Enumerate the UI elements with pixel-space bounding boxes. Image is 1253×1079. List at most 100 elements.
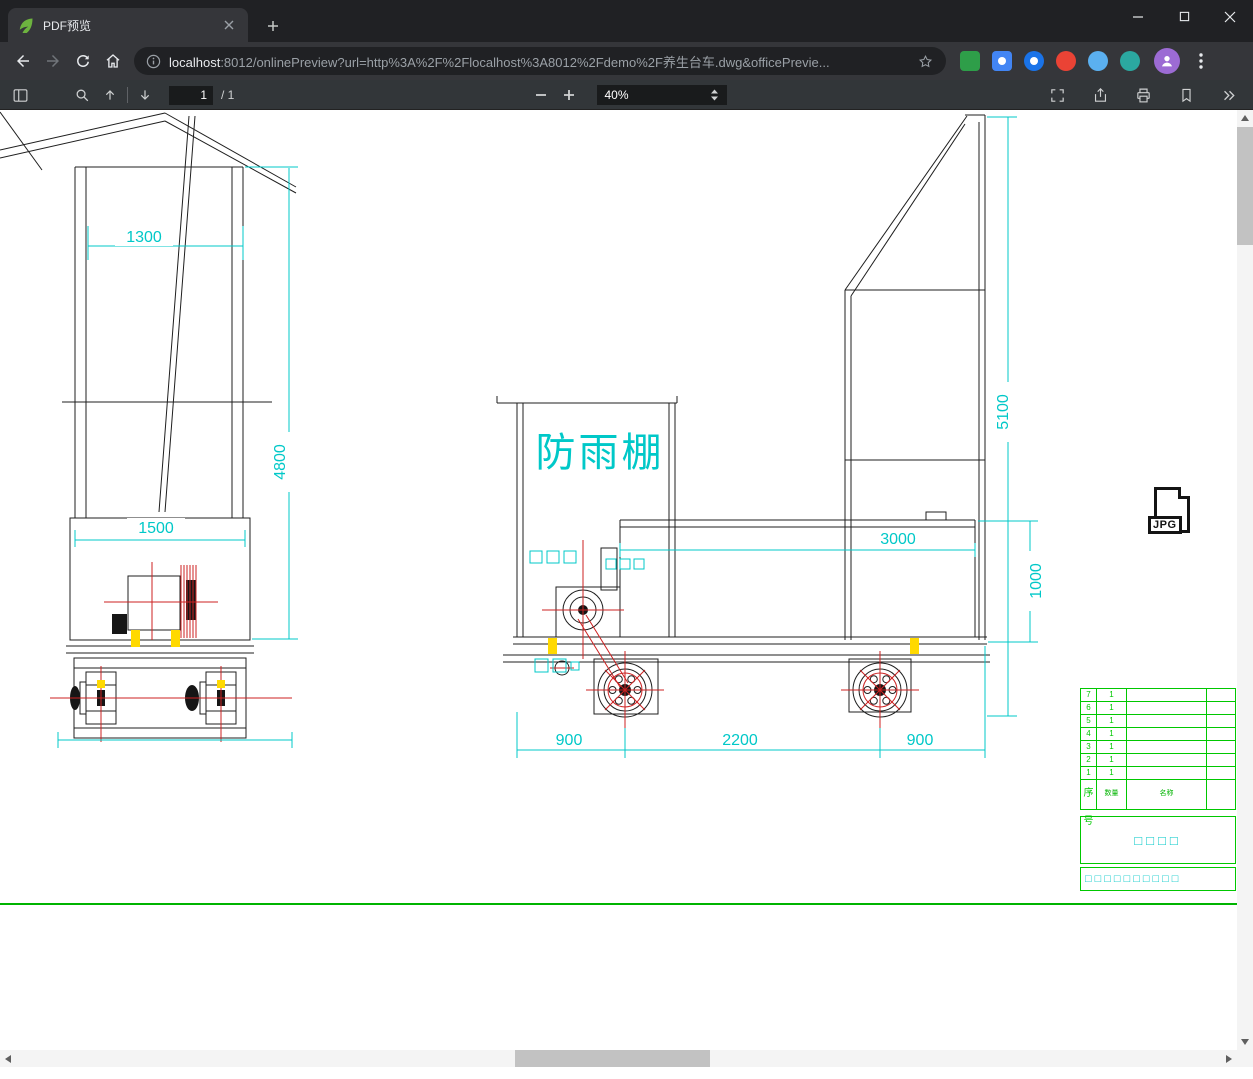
row-name (1127, 741, 1207, 753)
minus-icon (535, 94, 546, 96)
row-name (1127, 702, 1207, 714)
rain-shelter-label: 防雨棚 (536, 431, 665, 475)
label-backplates (115, 228, 1045, 747)
row-no: 4 (1081, 728, 1097, 740)
extension-icon-3[interactable] (1024, 51, 1044, 71)
minimize-button[interactable] (1115, 0, 1161, 33)
window-controls (1115, 0, 1253, 33)
person-icon (1162, 56, 1172, 67)
sidebar-icon (13, 88, 27, 102)
header-note (1207, 780, 1235, 809)
sidebar-toggle-button[interactable] (6, 82, 34, 108)
plus-icon (563, 90, 574, 100)
cad-drawing: 1300 4800 1500 5100 3000 1000 900 2200 9… (0, 111, 1045, 758)
scroll-down-button[interactable] (1237, 1034, 1253, 1050)
browser-menu-button[interactable] (1188, 48, 1214, 74)
info-icon (146, 54, 161, 68)
previous-page-button[interactable] (96, 82, 124, 108)
scroll-right-button[interactable] (1221, 1050, 1237, 1067)
row-no: 7 (1081, 689, 1097, 701)
home-button[interactable] (98, 46, 128, 76)
row-note (1207, 741, 1235, 753)
page-count-label: / 1 (221, 88, 235, 102)
dim-side-height: 5100 (995, 394, 1012, 430)
yellow-markers (97, 630, 919, 688)
page-number-input[interactable] (169, 85, 213, 105)
triangle-up-icon (1241, 115, 1249, 121)
table-row: 71 (1081, 689, 1235, 702)
more-tools-button[interactable] (1215, 82, 1243, 108)
page-fold-corner (1178, 487, 1190, 499)
close-x-glyph (224, 20, 234, 30)
print-button[interactable] (1129, 82, 1157, 108)
forward-button[interactable] (38, 46, 68, 76)
scroll-left-button[interactable] (0, 1050, 16, 1067)
row-name (1127, 767, 1207, 779)
search-button[interactable] (68, 82, 96, 108)
reload-button[interactable] (68, 46, 98, 76)
leaf-favicon (19, 18, 33, 33)
url-path: :8012/onlinePreview?url=http%3A%2F%2Floc… (220, 54, 830, 70)
address-bar[interactable]: localhost:8012/onlinePreview?url=http%3A… (134, 47, 946, 75)
horizontal-scrollbar[interactable] (0, 1050, 1237, 1067)
kebab-menu-icon (1199, 53, 1203, 69)
scroll-up-button[interactable] (1237, 110, 1253, 126)
table-row: 41 (1081, 728, 1235, 741)
dim-side-body-height: 1000 (1028, 563, 1045, 599)
vertical-scroll-thumb[interactable] (1237, 127, 1253, 245)
pdf-toolbar-left: / 1 (0, 82, 234, 108)
maximize-button[interactable] (1161, 0, 1207, 33)
next-page-button[interactable] (131, 82, 159, 108)
fit-screen-button[interactable] (1043, 82, 1071, 108)
row-qty: 1 (1097, 715, 1127, 727)
site-info-icon[interactable] (146, 54, 161, 69)
row-qty: 1 (1097, 741, 1127, 753)
extension-icon-1[interactable] (960, 51, 980, 71)
sheet-border-line (0, 903, 1237, 905)
pdf-toolbar-right (1043, 82, 1253, 108)
tab-close-icon[interactable] (220, 16, 238, 34)
zoom-out-button[interactable] (527, 82, 555, 108)
open-external-button[interactable] (1086, 82, 1114, 108)
row-qty: 1 (1097, 702, 1127, 714)
search-icon (76, 89, 88, 101)
browser-titlebar: PDF预览 (0, 0, 1253, 42)
extension-icon-6[interactable] (1120, 51, 1140, 71)
row-qty: 1 (1097, 689, 1127, 701)
browser-tab[interactable]: PDF预览 (8, 8, 248, 42)
zoom-in-button[interactable] (555, 82, 583, 108)
fullscreen-icon (1050, 88, 1064, 102)
extension-icon-2[interactable] (992, 51, 1012, 71)
centerlines-red (50, 540, 919, 742)
row-name (1127, 715, 1207, 727)
title-block: 71 61 51 41 31 21 11 序号 数量 名称 □□□□ □□□□□□□… (1080, 688, 1236, 891)
dim-front-lower-width: 1500 (138, 520, 174, 537)
maximize-icon (1179, 11, 1189, 22)
share-up-icon (1094, 87, 1106, 102)
dim-axle-right: 900 (907, 732, 934, 749)
profile-avatar[interactable] (1154, 48, 1180, 74)
row-note (1207, 689, 1235, 701)
zoom-select[interactable]: 40% (596, 85, 727, 105)
extension-icon-5[interactable] (1088, 51, 1108, 71)
vertical-scrollbar[interactable] (1237, 110, 1253, 1050)
bookmark-star-icon[interactable] (917, 53, 934, 70)
bookmark-button[interactable] (1172, 82, 1200, 108)
table-row: 21 (1081, 754, 1235, 767)
new-tab-button[interactable] (260, 13, 286, 39)
reload-icon (77, 55, 89, 68)
back-button[interactable] (8, 46, 38, 76)
forward-icon (47, 55, 59, 67)
close-icon (1224, 11, 1236, 22)
toolbar-divider (127, 87, 128, 103)
extension-icon-4[interactable] (1056, 51, 1076, 71)
dim-axle-left: 900 (556, 732, 583, 749)
row-name (1127, 689, 1207, 701)
row-note (1207, 767, 1235, 779)
horizontal-scroll-thumb[interactable] (515, 1050, 710, 1067)
pdf-toolbar-center: 40% (527, 82, 727, 108)
triangle-left-icon (5, 1054, 11, 1063)
close-window-button[interactable] (1207, 0, 1253, 33)
extensions-area (960, 51, 1140, 71)
double-chevron-right-icon (1223, 90, 1235, 100)
